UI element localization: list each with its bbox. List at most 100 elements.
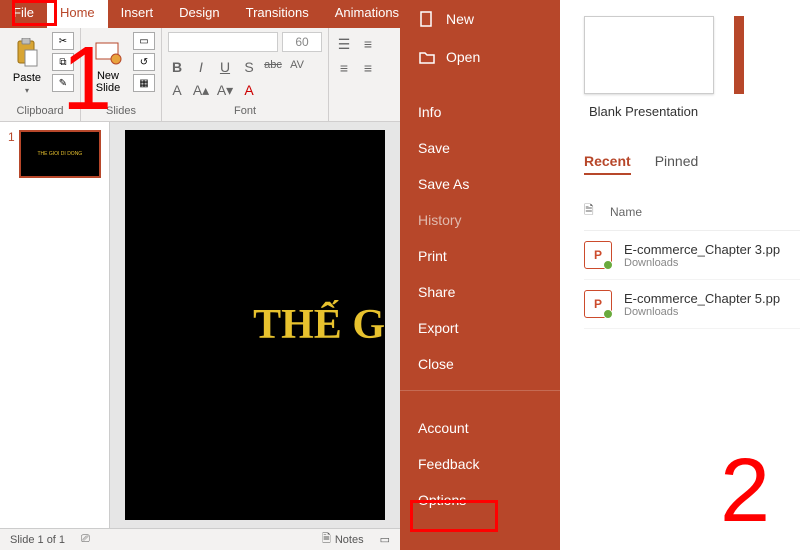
reset-button[interactable]: ↺	[133, 53, 155, 71]
tab-pinned[interactable]: Pinned	[655, 149, 699, 175]
copy-button[interactable]: ⧉	[52, 53, 74, 71]
brush-icon: ✎	[59, 78, 67, 89]
new-slide-icon	[93, 35, 123, 69]
file-menu-feedback[interactable]: Feedback	[400, 446, 560, 482]
ribbon-group-paragraph: ☰ ≡ ≡ ≡	[329, 28, 383, 121]
font-size-input[interactable]	[282, 32, 322, 52]
section-button[interactable]: ▦	[133, 74, 155, 92]
file-location: Downloads	[624, 306, 780, 318]
doc-header-icon: 🗎	[584, 201, 598, 222]
ribbon-group-slides: New Slide ▭ ↺ ▦ Slides	[81, 28, 162, 121]
file-menu: New Open Info Save Save As History Print…	[400, 0, 560, 550]
slide-thumbnail-panel: 1 THE GIOI DI DONG	[0, 122, 110, 528]
table-row[interactable]: P E-commerce_Chapter 5.pp Downloads	[584, 280, 800, 329]
file-menu-save-as[interactable]: Save As	[400, 166, 560, 202]
file-menu-close[interactable]: Close	[400, 346, 560, 382]
file-menu-options[interactable]: Options	[400, 482, 560, 518]
ribbon-tabbar: File Home Insert Design Transitions Anim…	[0, 0, 400, 28]
recent-files-table: 🗎 Name P E-commerce_Chapter 3.pp Downloa…	[584, 193, 800, 329]
reset-icon: ↺	[140, 57, 148, 68]
powerpoint-file-icon: P	[584, 290, 612, 318]
bold-button[interactable]: B	[168, 59, 186, 75]
tab-file[interactable]: File	[0, 0, 47, 28]
tab-insert[interactable]: Insert	[108, 0, 167, 28]
paragraph-label	[335, 115, 377, 119]
slide-canvas[interactable]: THẾ G	[110, 122, 400, 528]
align-center-button[interactable]: ≡	[359, 60, 377, 76]
backstage-pane: New Open Info Save Save As History Print…	[400, 0, 800, 550]
slide-counter: Slide 1 of 1	[10, 534, 65, 546]
slide[interactable]: THẾ G	[125, 130, 385, 520]
tab-animations[interactable]: Animations	[322, 0, 412, 28]
notes-icon: 🗎	[322, 530, 331, 549]
file-menu-info[interactable]: Info	[400, 94, 560, 130]
align-left-button[interactable]: ≡	[335, 60, 353, 76]
char-spacing-button[interactable]: AV	[288, 59, 306, 75]
blank-presentation-label: Blank Presentation	[589, 104, 714, 119]
file-menu-history: History	[400, 202, 560, 238]
thumb-title-text: THE GIOI DI DONG	[37, 151, 82, 157]
template-strip[interactable]	[734, 16, 744, 94]
cut-icon: ✂	[59, 36, 67, 47]
clipboard-label: Clipboard	[6, 103, 74, 119]
slides-label: Slides	[87, 103, 155, 119]
shadow-button[interactable]: S	[240, 59, 258, 75]
start-tabs: Recent Pinned	[584, 149, 800, 175]
file-menu-print[interactable]: Print	[400, 238, 560, 274]
paste-button[interactable]: Paste ▾	[6, 32, 48, 98]
format-painter-button[interactable]: ✎	[52, 74, 74, 92]
section-icon: ▦	[139, 78, 148, 89]
file-menu-share[interactable]: Share	[400, 274, 560, 310]
new-slide-button[interactable]: New Slide	[87, 32, 129, 98]
tab-recent[interactable]: Recent	[584, 149, 631, 175]
tab-home[interactable]: Home	[47, 0, 108, 28]
file-name: E-commerce_Chapter 5.pp	[624, 291, 780, 306]
file-name: E-commerce_Chapter 3.pp	[624, 242, 780, 257]
start-panel: Blank Presentation Recent Pinned 🗎 Name …	[560, 0, 800, 550]
slide-title-text[interactable]: THẾ G	[253, 301, 385, 349]
file-location: Downloads	[624, 257, 780, 269]
status-bar: Slide 1 of 1 ⎚ 🗎 Notes ▭	[0, 528, 400, 550]
chevron-down-icon: ▾	[25, 86, 29, 95]
table-row[interactable]: P E-commerce_Chapter 3.pp Downloads	[584, 231, 800, 280]
file-menu-account[interactable]: Account	[400, 410, 560, 446]
ribbon-group-font: B I U S abc AV A A▴ A▾ A Font	[162, 28, 329, 121]
notes-button[interactable]: 🗎 Notes	[322, 530, 364, 549]
powerpoint-file-icon: P	[584, 241, 612, 269]
numbering-button[interactable]: ≡	[359, 36, 377, 53]
accessibility-icon[interactable]: ⎚	[81, 533, 90, 546]
view-normal-button[interactable]: ▭	[380, 533, 390, 546]
thumb-number: 1	[8, 130, 15, 178]
paste-icon	[12, 36, 42, 70]
file-menu-new[interactable]: New	[400, 0, 560, 38]
increase-font-button[interactable]: A▴	[192, 82, 210, 99]
ribbon: Paste ▾ ✂ ⧉ ✎ Clipboard New Slide	[0, 28, 400, 122]
decrease-font-button[interactable]: A▾	[216, 82, 234, 99]
file-menu-open-label: Open	[446, 49, 480, 65]
tab-transitions[interactable]: Transitions	[233, 0, 322, 28]
font-color-button[interactable]: A	[240, 82, 258, 99]
col-name: Name	[610, 205, 642, 219]
file-menu-save[interactable]: Save	[400, 130, 560, 166]
font-label: Font	[168, 103, 322, 119]
table-header: 🗎 Name	[584, 193, 800, 231]
tab-design[interactable]: Design	[166, 0, 232, 28]
slide-thumbnail[interactable]: THE GIOI DI DONG	[19, 130, 101, 178]
clear-format-button[interactable]: A	[168, 82, 186, 99]
notes-label: Notes	[335, 534, 364, 546]
cut-button[interactable]: ✂	[52, 32, 74, 50]
new-icon	[418, 10, 436, 28]
strike-button[interactable]: abc	[264, 59, 282, 75]
font-family-input[interactable]	[168, 32, 278, 52]
paste-label: Paste	[13, 72, 41, 84]
file-menu-export[interactable]: Export	[400, 310, 560, 346]
italic-button[interactable]: I	[192, 59, 210, 75]
underline-button[interactable]: U	[216, 59, 234, 75]
layout-button[interactable]: ▭	[133, 32, 155, 50]
open-icon	[418, 48, 436, 66]
bullets-button[interactable]: ☰	[335, 36, 353, 53]
layout-icon: ▭	[139, 36, 148, 47]
file-menu-open[interactable]: Open	[400, 38, 560, 76]
blank-presentation-thumb[interactable]	[584, 16, 714, 94]
new-slide-label: New Slide	[96, 71, 120, 94]
